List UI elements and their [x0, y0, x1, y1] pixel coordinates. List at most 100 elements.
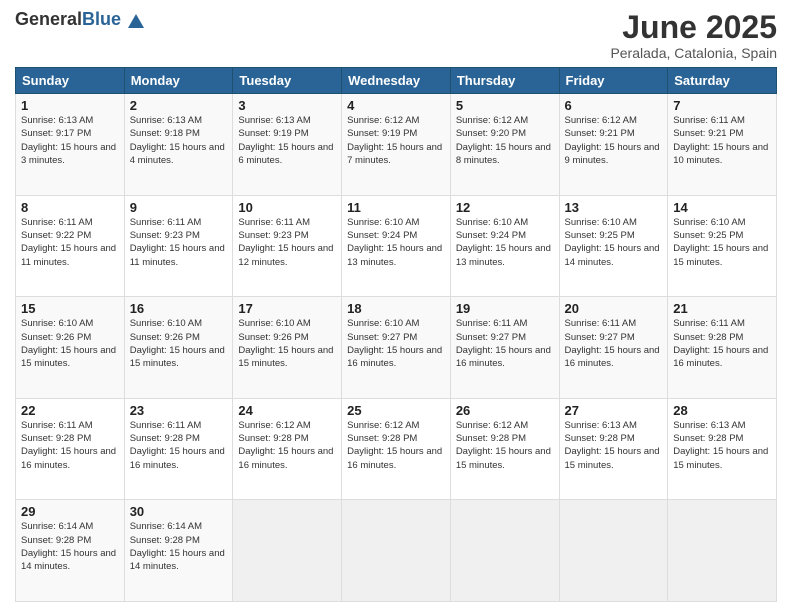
day-number: 17 — [238, 301, 336, 316]
day-info: Sunrise: 6:11 AMSunset: 9:23 PMDaylight:… — [130, 216, 228, 269]
day-number: 20 — [565, 301, 663, 316]
day-number: 9 — [130, 200, 228, 215]
calendar-cell: 16Sunrise: 6:10 AMSunset: 9:26 PMDayligh… — [124, 297, 233, 399]
calendar-cell: 5Sunrise: 6:12 AMSunset: 9:20 PMDaylight… — [450, 94, 559, 196]
calendar-cell: 13Sunrise: 6:10 AMSunset: 9:25 PMDayligh… — [559, 195, 668, 297]
day-number: 8 — [21, 200, 119, 215]
day-info: Sunrise: 6:12 AMSunset: 9:19 PMDaylight:… — [347, 114, 445, 167]
day-info: Sunrise: 6:10 AMSunset: 9:26 PMDaylight:… — [21, 317, 119, 370]
calendar-cell: 21Sunrise: 6:11 AMSunset: 9:28 PMDayligh… — [668, 297, 777, 399]
calendar-cell: 28Sunrise: 6:13 AMSunset: 9:28 PMDayligh… — [668, 398, 777, 500]
header: GeneralBlue June 2025 Peralada, Cataloni… — [15, 10, 777, 61]
day-number: 14 — [673, 200, 771, 215]
calendar-cell: 14Sunrise: 6:10 AMSunset: 9:25 PMDayligh… — [668, 195, 777, 297]
calendar-cell: 30Sunrise: 6:14 AMSunset: 9:28 PMDayligh… — [124, 500, 233, 602]
day-info: Sunrise: 6:11 AMSunset: 9:27 PMDaylight:… — [456, 317, 554, 370]
col-monday: Monday — [124, 68, 233, 94]
day-info: Sunrise: 6:10 AMSunset: 9:24 PMDaylight:… — [347, 216, 445, 269]
day-info: Sunrise: 6:11 AMSunset: 9:27 PMDaylight:… — [565, 317, 663, 370]
logo-icon — [128, 14, 144, 28]
calendar-cell: 12Sunrise: 6:10 AMSunset: 9:24 PMDayligh… — [450, 195, 559, 297]
day-info: Sunrise: 6:11 AMSunset: 9:28 PMDaylight:… — [673, 317, 771, 370]
day-number: 6 — [565, 98, 663, 113]
calendar-cell — [233, 500, 342, 602]
calendar-cell: 23Sunrise: 6:11 AMSunset: 9:28 PMDayligh… — [124, 398, 233, 500]
day-info: Sunrise: 6:12 AMSunset: 9:28 PMDaylight:… — [456, 419, 554, 472]
calendar-cell: 6Sunrise: 6:12 AMSunset: 9:21 PMDaylight… — [559, 94, 668, 196]
day-info: Sunrise: 6:11 AMSunset: 9:28 PMDaylight:… — [21, 419, 119, 472]
calendar-cell: 7Sunrise: 6:11 AMSunset: 9:21 PMDaylight… — [668, 94, 777, 196]
calendar-cell — [559, 500, 668, 602]
day-number: 28 — [673, 403, 771, 418]
day-info: Sunrise: 6:13 AMSunset: 9:17 PMDaylight:… — [21, 114, 119, 167]
calendar-cell: 11Sunrise: 6:10 AMSunset: 9:24 PMDayligh… — [342, 195, 451, 297]
calendar-cell: 4Sunrise: 6:12 AMSunset: 9:19 PMDaylight… — [342, 94, 451, 196]
day-number: 2 — [130, 98, 228, 113]
day-number: 24 — [238, 403, 336, 418]
calendar-cell: 24Sunrise: 6:12 AMSunset: 9:28 PMDayligh… — [233, 398, 342, 500]
calendar-cell: 22Sunrise: 6:11 AMSunset: 9:28 PMDayligh… — [16, 398, 125, 500]
calendar-cell: 18Sunrise: 6:10 AMSunset: 9:27 PMDayligh… — [342, 297, 451, 399]
page: GeneralBlue June 2025 Peralada, Cataloni… — [0, 0, 792, 612]
day-number: 29 — [21, 504, 119, 519]
day-info: Sunrise: 6:11 AMSunset: 9:21 PMDaylight:… — [673, 114, 771, 167]
calendar-cell: 8Sunrise: 6:11 AMSunset: 9:22 PMDaylight… — [16, 195, 125, 297]
day-number: 4 — [347, 98, 445, 113]
day-info: Sunrise: 6:11 AMSunset: 9:28 PMDaylight:… — [130, 419, 228, 472]
day-number: 22 — [21, 403, 119, 418]
day-number: 19 — [456, 301, 554, 316]
calendar-cell: 25Sunrise: 6:12 AMSunset: 9:28 PMDayligh… — [342, 398, 451, 500]
logo-blue: Blue — [82, 9, 121, 29]
main-title: June 2025 — [610, 10, 777, 45]
day-info: Sunrise: 6:10 AMSunset: 9:25 PMDaylight:… — [565, 216, 663, 269]
calendar-cell: 1Sunrise: 6:13 AMSunset: 9:17 PMDaylight… — [16, 94, 125, 196]
day-info: Sunrise: 6:14 AMSunset: 9:28 PMDaylight:… — [130, 520, 228, 573]
day-info: Sunrise: 6:13 AMSunset: 9:18 PMDaylight:… — [130, 114, 228, 167]
day-info: Sunrise: 6:13 AMSunset: 9:28 PMDaylight:… — [673, 419, 771, 472]
day-number: 16 — [130, 301, 228, 316]
calendar-cell: 27Sunrise: 6:13 AMSunset: 9:28 PMDayligh… — [559, 398, 668, 500]
calendar-cell: 19Sunrise: 6:11 AMSunset: 9:27 PMDayligh… — [450, 297, 559, 399]
day-number: 11 — [347, 200, 445, 215]
col-friday: Friday — [559, 68, 668, 94]
calendar-cell: 29Sunrise: 6:14 AMSunset: 9:28 PMDayligh… — [16, 500, 125, 602]
day-number: 15 — [21, 301, 119, 316]
calendar-cell — [668, 500, 777, 602]
title-block: June 2025 Peralada, Catalonia, Spain — [610, 10, 777, 61]
day-number: 23 — [130, 403, 228, 418]
day-number: 18 — [347, 301, 445, 316]
day-info: Sunrise: 6:10 AMSunset: 9:24 PMDaylight:… — [456, 216, 554, 269]
day-number: 25 — [347, 403, 445, 418]
calendar-cell: 10Sunrise: 6:11 AMSunset: 9:23 PMDayligh… — [233, 195, 342, 297]
day-number: 13 — [565, 200, 663, 215]
calendar-cell: 9Sunrise: 6:11 AMSunset: 9:23 PMDaylight… — [124, 195, 233, 297]
col-thursday: Thursday — [450, 68, 559, 94]
calendar-cell: 2Sunrise: 6:13 AMSunset: 9:18 PMDaylight… — [124, 94, 233, 196]
day-number: 30 — [130, 504, 228, 519]
day-info: Sunrise: 6:11 AMSunset: 9:23 PMDaylight:… — [238, 216, 336, 269]
day-info: Sunrise: 6:12 AMSunset: 9:28 PMDaylight:… — [238, 419, 336, 472]
calendar-table: Sunday Monday Tuesday Wednesday Thursday… — [15, 67, 777, 602]
day-number: 26 — [456, 403, 554, 418]
day-info: Sunrise: 6:10 AMSunset: 9:26 PMDaylight:… — [130, 317, 228, 370]
subtitle: Peralada, Catalonia, Spain — [610, 45, 777, 61]
day-number: 10 — [238, 200, 336, 215]
day-number: 3 — [238, 98, 336, 113]
day-info: Sunrise: 6:12 AMSunset: 9:28 PMDaylight:… — [347, 419, 445, 472]
week-row-2: 8Sunrise: 6:11 AMSunset: 9:22 PMDaylight… — [16, 195, 777, 297]
day-number: 7 — [673, 98, 771, 113]
day-info: Sunrise: 6:10 AMSunset: 9:25 PMDaylight:… — [673, 216, 771, 269]
week-row-4: 22Sunrise: 6:11 AMSunset: 9:28 PMDayligh… — [16, 398, 777, 500]
col-saturday: Saturday — [668, 68, 777, 94]
week-row-5: 29Sunrise: 6:14 AMSunset: 9:28 PMDayligh… — [16, 500, 777, 602]
day-info: Sunrise: 6:12 AMSunset: 9:21 PMDaylight:… — [565, 114, 663, 167]
calendar-cell — [450, 500, 559, 602]
day-info: Sunrise: 6:11 AMSunset: 9:22 PMDaylight:… — [21, 216, 119, 269]
week-row-1: 1Sunrise: 6:13 AMSunset: 9:17 PMDaylight… — [16, 94, 777, 196]
day-info: Sunrise: 6:13 AMSunset: 9:28 PMDaylight:… — [565, 419, 663, 472]
calendar-cell: 20Sunrise: 6:11 AMSunset: 9:27 PMDayligh… — [559, 297, 668, 399]
day-info: Sunrise: 6:13 AMSunset: 9:19 PMDaylight:… — [238, 114, 336, 167]
day-info: Sunrise: 6:14 AMSunset: 9:28 PMDaylight:… — [21, 520, 119, 573]
logo-general: General — [15, 9, 82, 29]
header-row: Sunday Monday Tuesday Wednesday Thursday… — [16, 68, 777, 94]
